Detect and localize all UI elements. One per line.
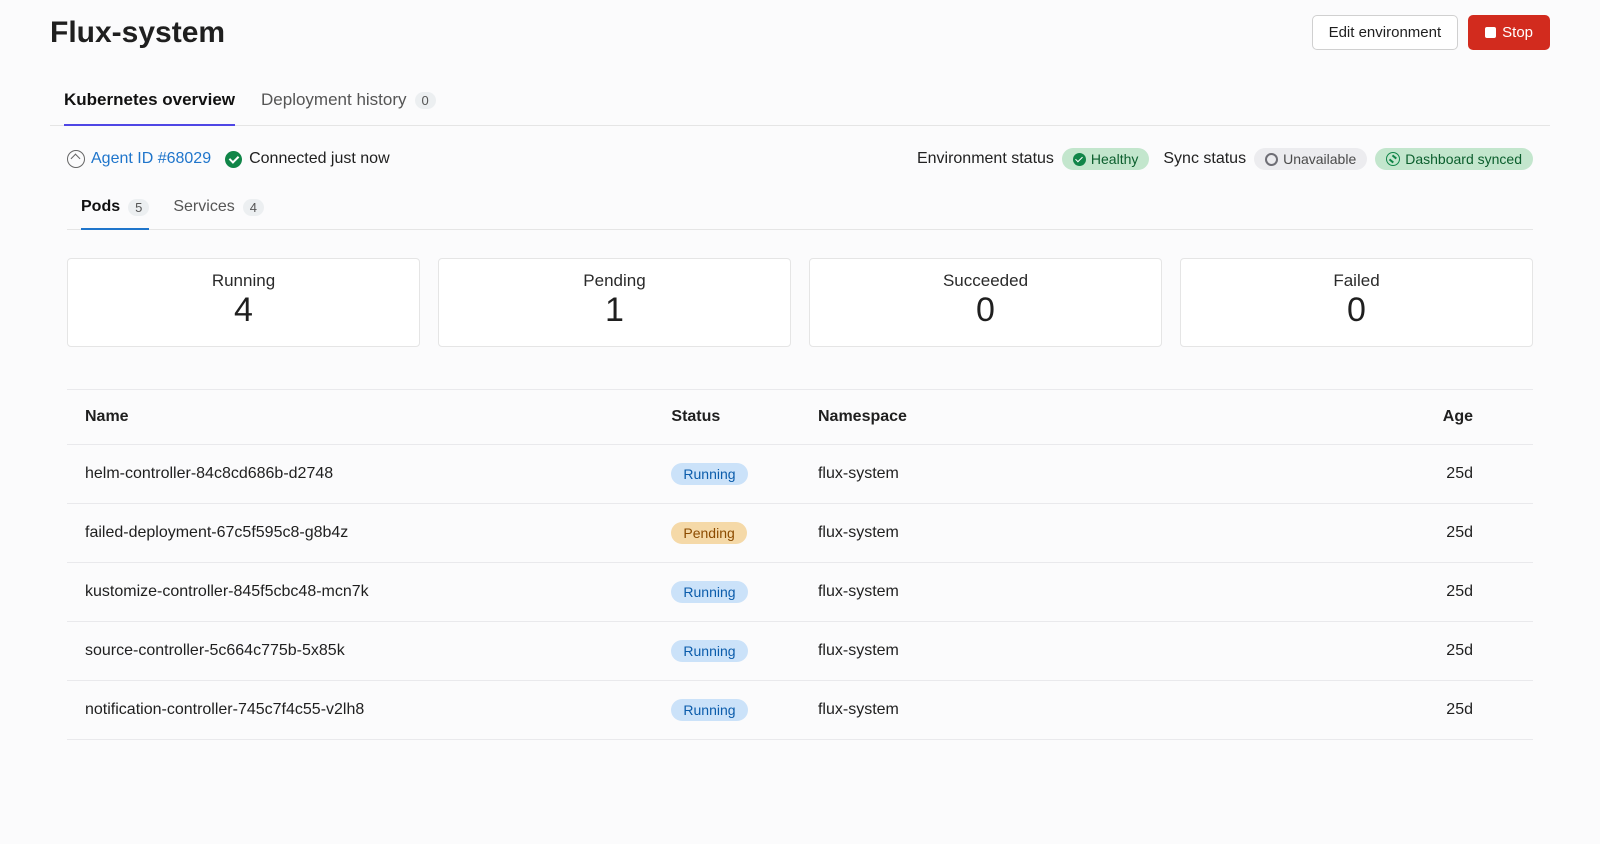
cell-name: kustomize-controller-845f5cbc48-mcn7k <box>67 563 653 622</box>
sub-tab-services[interactable]: Services 4 <box>173 190 264 230</box>
status-pill-pending: Pending <box>671 522 746 544</box>
status-left: Agent ID #68029 Connected just now <box>67 150 390 168</box>
cell-age: 25d <box>1357 504 1533 563</box>
cell-namespace: flux-system <box>800 504 1357 563</box>
agent-upload-icon <box>67 150 85 168</box>
main-tab-deployment-history[interactable]: Deployment history 0 <box>261 80 436 126</box>
tab-count-badge: 0 <box>415 92 436 109</box>
stat-card-failed: Failed0 <box>1180 258 1533 347</box>
cell-name: failed-deployment-67c5f595c8-g8b4z <box>67 504 653 563</box>
check-circle-icon <box>225 151 242 168</box>
table-row[interactable]: source-controller-5c664c775b-5x85k Runnin… <box>67 622 1533 681</box>
sub-tab-label: Services <box>173 198 234 216</box>
status-pill-running: Running <box>671 581 747 603</box>
tab-count-badge: 4 <box>243 199 264 216</box>
cell-age: 25d <box>1357 445 1533 504</box>
pods-table: Name Status Namespace Age helm-controlle… <box>67 389 1533 740</box>
col-namespace[interactable]: Namespace <box>800 390 1357 445</box>
cell-status: Pending <box>653 504 800 563</box>
stat-card-running: Running4 <box>67 258 420 347</box>
cell-status: Running <box>653 445 800 504</box>
stat-cards: Running4Pending1Succeeded0Failed0 <box>67 258 1533 347</box>
cell-status: Running <box>653 563 800 622</box>
stat-card-succeeded: Succeeded0 <box>809 258 1162 347</box>
sync-status-pill: Unavailable <box>1254 148 1367 170</box>
cell-namespace: flux-system <box>800 563 1357 622</box>
status-row: Agent ID #68029 Connected just now Envir… <box>67 148 1533 170</box>
col-age[interactable]: Age <box>1357 390 1533 445</box>
tab-count-badge: 5 <box>128 199 149 216</box>
environment-status-group: Environment status Healthy <box>917 148 1149 170</box>
check-icon <box>1073 153 1086 166</box>
environment-status-value: Healthy <box>1091 151 1138 167</box>
cell-age: 25d <box>1357 681 1533 740</box>
status-pill-running: Running <box>671 640 747 662</box>
stop-icon <box>1485 27 1496 38</box>
stat-value: 1 <box>447 291 782 330</box>
col-status[interactable]: Status <box>653 390 800 445</box>
ring-icon <box>1265 153 1278 166</box>
main-tab-label: Kubernetes overview <box>64 90 235 110</box>
cell-status: Running <box>653 681 800 740</box>
stat-value: 0 <box>818 291 1153 330</box>
stat-label: Succeeded <box>818 271 1153 291</box>
main-tab-kubernetes-overview[interactable]: Kubernetes overview <box>64 80 235 126</box>
sync-status-group: Sync status Unavailable Dashboard synced <box>1163 148 1533 170</box>
stat-label: Running <box>76 271 411 291</box>
table-header-row: Name Status Namespace Age <box>67 390 1533 445</box>
dashboard-synced-pill: Dashboard synced <box>1375 148 1533 170</box>
sync-icon <box>1386 152 1400 166</box>
cell-status: Running <box>653 622 800 681</box>
connected-text: Connected just now <box>249 150 390 168</box>
stat-value: 0 <box>1189 291 1524 330</box>
status-right: Environment status Healthy Sync status U… <box>917 148 1533 170</box>
table-row[interactable]: notification-controller-745c7f4c55-v2lh8… <box>67 681 1533 740</box>
agent-connection-status: Connected just now <box>225 150 390 168</box>
stat-label: Pending <box>447 271 782 291</box>
main-tab-label: Deployment history <box>261 90 407 110</box>
stat-value: 4 <box>76 291 411 330</box>
cell-name: notification-controller-745c7f4c55-v2lh8 <box>67 681 653 740</box>
col-name[interactable]: Name <box>67 390 653 445</box>
cell-namespace: flux-system <box>800 681 1357 740</box>
table-row[interactable]: kustomize-controller-845f5cbc48-mcn7k Run… <box>67 563 1533 622</box>
sub-tab-pods[interactable]: Pods 5 <box>81 190 149 230</box>
cell-namespace: flux-system <box>800 445 1357 504</box>
sub-tab-label: Pods <box>81 198 120 216</box>
cell-name: helm-controller-84c8cd686b-d2748 <box>67 445 653 504</box>
environment-status-pill: Healthy <box>1062 148 1149 170</box>
sub-tabs: Pods 5 Services 4 <box>67 190 1533 230</box>
sync-status-value: Unavailable <box>1283 151 1356 167</box>
cell-age: 25d <box>1357 563 1533 622</box>
stat-card-pending: Pending1 <box>438 258 791 347</box>
environment-status-label: Environment status <box>917 150 1054 168</box>
stop-label: Stop <box>1502 24 1533 41</box>
edit-environment-button[interactable]: Edit environment <box>1312 15 1459 50</box>
stop-button[interactable]: Stop <box>1468 15 1550 50</box>
cell-namespace: flux-system <box>800 622 1357 681</box>
cell-name: source-controller-5c664c775b-5x85k <box>67 622 653 681</box>
page-header: Flux-system Edit environment Stop <box>50 15 1550 50</box>
status-pill-running: Running <box>671 463 747 485</box>
agent-id-text: Agent ID #68029 <box>91 150 211 168</box>
table-row[interactable]: failed-deployment-67c5f595c8-g8b4z Pendin… <box>67 504 1533 563</box>
dashboard-synced-value: Dashboard synced <box>1405 151 1522 167</box>
page-title: Flux-system <box>50 16 225 50</box>
header-actions: Edit environment Stop <box>1312 15 1550 50</box>
stat-label: Failed <box>1189 271 1524 291</box>
edit-environment-label: Edit environment <box>1329 24 1442 41</box>
overview-panel: Agent ID #68029 Connected just now Envir… <box>50 126 1550 740</box>
main-tabs: Kubernetes overview Deployment history 0 <box>50 80 1550 126</box>
status-pill-running: Running <box>671 699 747 721</box>
sync-status-label: Sync status <box>1163 150 1246 168</box>
agent-id-link[interactable]: Agent ID #68029 <box>67 150 211 168</box>
table-row[interactable]: helm-controller-84c8cd686b-d2748 Running f… <box>67 445 1533 504</box>
cell-age: 25d <box>1357 622 1533 681</box>
